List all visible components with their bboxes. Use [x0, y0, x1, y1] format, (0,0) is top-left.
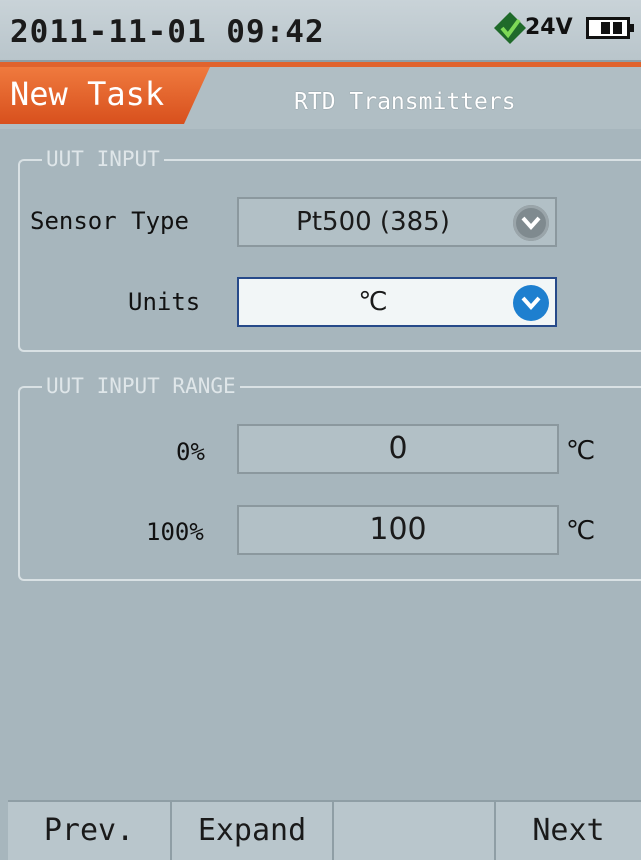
sensor-type-dropdown[interactable]: Pt500 (385) [237, 197, 557, 247]
prev-button[interactable]: Prev. [8, 802, 172, 860]
battery-icon [586, 17, 634, 39]
units-value: ℃ [358, 287, 388, 317]
range-100-input[interactable]: 100 [237, 505, 559, 555]
range-0-label: 0% [176, 438, 205, 466]
next-button[interactable]: Next [496, 802, 641, 860]
battery-cell [613, 22, 622, 34]
tab-new-task-label: New Task [10, 75, 165, 113]
title-bar: New Task RTD Transmitters [0, 62, 641, 129]
chevron-down-icon[interactable] [513, 285, 549, 321]
status-bar: 2011-11-01 09:42 24V [0, 0, 641, 62]
chevron-down-icon[interactable] [513, 205, 549, 241]
sensor-type-value: Pt500 (385) [296, 207, 450, 237]
range-0-unit: ℃ [566, 436, 596, 466]
page-title: RTD Transmitters [294, 89, 516, 115]
range-0-input[interactable]: 0 [237, 424, 559, 474]
softkey-3-button[interactable] [334, 802, 496, 860]
expand-button[interactable]: Expand [172, 802, 334, 860]
datetime-readout: 2011-11-01 09:42 [10, 14, 325, 50]
battery-cell [601, 22, 610, 34]
range-100-value: 100 [369, 512, 427, 547]
units-dropdown[interactable]: ℃ [237, 277, 557, 327]
sensor-type-label: Sensor Type [30, 207, 189, 235]
range-0-value: 0 [388, 431, 408, 466]
power-plug-icon [492, 10, 528, 46]
voltage-indicator: 24V [525, 15, 573, 40]
softkey-bar: Prev. Expand Next [8, 800, 641, 860]
uut-input-range-title: UUT INPUT RANGE [42, 374, 240, 398]
range-100-unit: ℃ [566, 516, 596, 546]
units-label: Units [128, 288, 201, 316]
range-100-label: 100% [146, 518, 204, 546]
uut-input-title: UUT INPUT [42, 147, 164, 171]
